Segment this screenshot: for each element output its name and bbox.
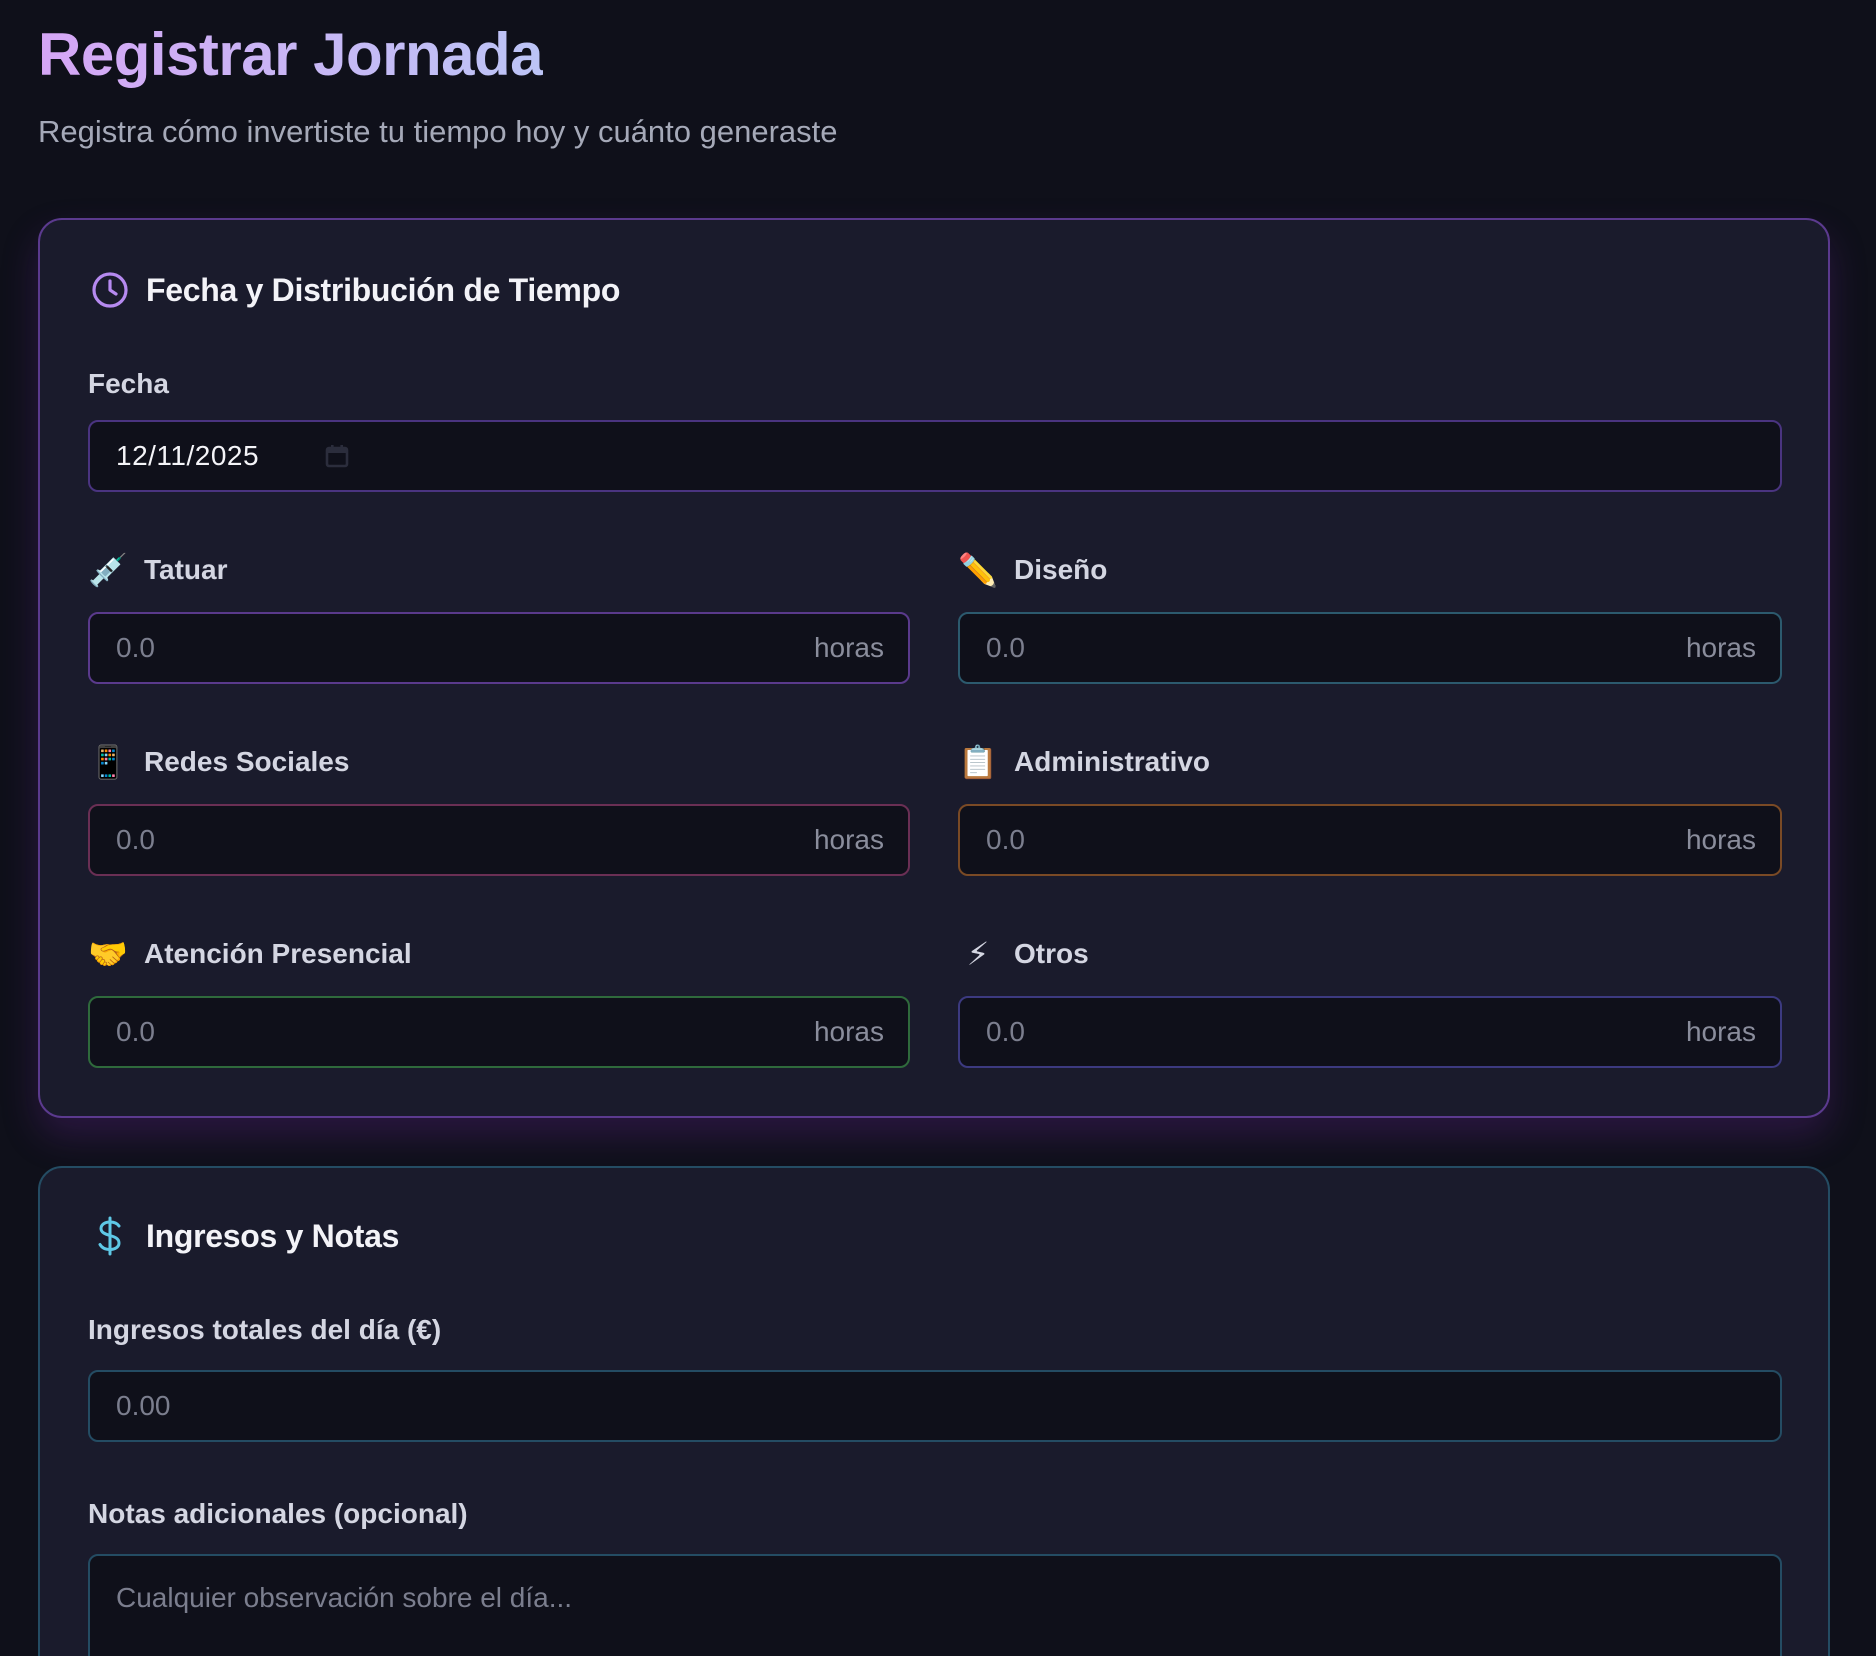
atencion-presencial-hours-input[interactable]: 0.0 horas [88, 996, 910, 1068]
income-card-title: Ingresos y Notas [146, 1217, 400, 1254]
time-card-header: Fecha y Distribución de Tiempo [90, 268, 620, 312]
diseno-label-text: Diseño [1014, 554, 1108, 585]
tatuar-hours-input[interactable]: 0.0 horas [88, 612, 910, 684]
diseno-hours-unit: horas [1685, 632, 1756, 663]
income-card-header: Ingresos y Notas [90, 1214, 399, 1258]
otros-hours-unit: horas [1685, 1016, 1756, 1047]
administrativo-hours-input[interactable]: 0.0 horas [958, 804, 1782, 876]
page-subtitle: Registra cómo invertiste tu tiempo hoy y… [38, 114, 838, 149]
otros-label: ⚡ Otros [958, 934, 1089, 974]
handshake-icon: 🤝 [88, 936, 128, 972]
redes-sociales-hours-placeholder: 0.0 [116, 824, 155, 855]
phone-icon: 📱 [88, 744, 128, 780]
notes-label: Notas adicionales (opcional) [88, 1498, 468, 1529]
administrativo-label: 📋 Administrativo [958, 742, 1210, 782]
administrativo-hours-unit: horas [1685, 824, 1756, 855]
otros-hours-placeholder: 0.0 [986, 1016, 1025, 1047]
diseno-label: ✏️ Diseño [958, 550, 1107, 590]
administrativo-label-text: Administrativo [1014, 746, 1211, 777]
otros-hours-input[interactable]: 0.0 horas [958, 996, 1782, 1068]
redes-sociales-label-text: Redes Sociales [144, 746, 350, 777]
notes-placeholder: Cualquier observación sobre el día... [116, 1582, 573, 1613]
time-card-title: Fecha y Distribución de Tiempo [146, 271, 621, 308]
page: Registrar Jornada Registra cómo invertis… [0, 0, 1876, 1656]
diseno-hours-placeholder: 0.0 [986, 632, 1025, 663]
pencil-icon: ✏️ [958, 552, 998, 588]
tatuar-label: 💉 Tatuar [88, 550, 228, 590]
date-value: 12/11/2025 [116, 440, 260, 471]
date-label: Fecha [88, 368, 169, 399]
atencion-presencial-label: 🤝 Atención Presencial [88, 934, 412, 974]
redes-sociales-hours-input[interactable]: 0.0 horas [88, 804, 910, 876]
income-input[interactable]: 0.00 [88, 1370, 1782, 1442]
syringe-icon: 💉 [88, 552, 128, 588]
tatuar-hours-unit: horas [813, 632, 884, 663]
redes-sociales-label: 📱 Redes Sociales [88, 742, 349, 782]
time-distribution-card: Fecha y Distribución de Tiempo Fecha 12/… [38, 218, 1830, 1118]
diseno-hours-input[interactable]: 0.0 horas [958, 612, 1782, 684]
date-input[interactable]: 12/11/2025 [88, 420, 1782, 492]
atencion-presencial-hours-placeholder: 0.0 [116, 1016, 155, 1047]
tatuar-label-text: Tatuar [144, 554, 228, 585]
atencion-presencial-label-text: Atención Presencial [144, 938, 412, 969]
page-title: Registrar Jornada [38, 21, 544, 88]
otros-label-text: Otros [1014, 938, 1089, 969]
dollar-icon [90, 1216, 130, 1256]
clock-icon [90, 270, 130, 310]
income-notes-card: Ingresos y Notas Ingresos totales del dí… [38, 1166, 1830, 1656]
notes-textarea[interactable]: Cualquier observación sobre el día... [88, 1554, 1782, 1656]
income-label: Ingresos totales del día (€) [88, 1314, 442, 1345]
lightning-icon: ⚡ [966, 936, 990, 972]
calendar-icon[interactable] [325, 444, 349, 468]
redes-sociales-hours-unit: horas [813, 824, 884, 855]
clipboard-icon: 📋 [958, 744, 998, 780]
tatuar-hours-placeholder: 0.0 [116, 632, 155, 663]
income-placeholder: 0.00 [116, 1390, 171, 1421]
administrativo-hours-placeholder: 0.0 [986, 824, 1025, 855]
atencion-presencial-hours-unit: horas [813, 1016, 884, 1047]
